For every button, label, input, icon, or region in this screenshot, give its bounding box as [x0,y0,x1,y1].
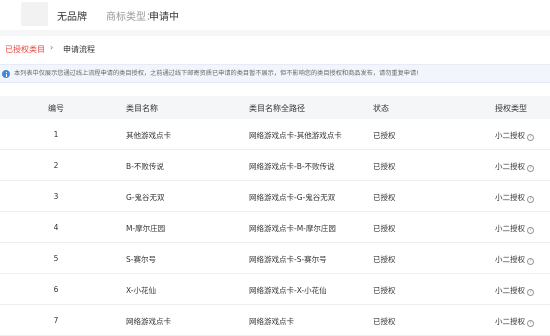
brand-logo [21,2,48,26]
cell-auth-type: 小二授权? [495,192,534,203]
cell-number: 2 [53,161,59,170]
auth-type-label: 小二授权 [495,255,525,264]
cell-category-name: S-赛尔号 [126,255,156,264]
table-row: 3 G-鬼谷无双 网络游戏点卡-G-鬼谷无双 已授权 小二授权? [0,181,550,212]
cell-number: 4 [53,223,59,232]
notice-banner: 本列表中仅展示您通过线上流程申请的类目授权，之前通过线下邮寄资质已申请的类目暂不… [0,64,550,83]
column-header-category-path: 类目名称全路径 [249,104,305,113]
brand-type-value: 申请中 [149,12,179,23]
question-circle-icon[interactable]: ? [527,289,534,296]
cell-number: 5 [53,254,59,263]
cell-auth-type: 小二授权? [495,254,534,265]
cell-number: 3 [53,192,59,201]
cell-category-name: B-不败传说 [126,162,164,171]
auth-type-label: 小二授权 [495,224,525,233]
cell-category-path: 网络游戏点卡-G-鬼谷无双 [249,193,336,202]
cell-status: 已授权 [373,193,396,202]
breadcrumb-authorized-categories-link[interactable]: 已授权类目 [5,44,45,55]
cell-category-path: 网络游戏点卡-X-小花仙 [249,286,327,295]
table-row: 6 X-小花仙 网络游戏点卡-X-小花仙 已授权 小二授权? [0,274,550,305]
cell-status: 已授权 [373,162,396,171]
breadcrumb-separator-icon: › [50,43,54,52]
question-circle-icon[interactable]: ? [527,134,534,141]
cell-category-name: 网络游戏点卡 [126,317,171,326]
auth-type-label: 小二授权 [495,317,525,326]
brand-name: 无品牌 [57,12,87,23]
table-row: 5 S-赛尔号 网络游戏点卡-S-赛尔号 已授权 小二授权? [0,243,550,274]
cell-category-path: 网络游戏点卡 [249,317,294,326]
info-icon [2,70,10,78]
cell-number: 7 [53,316,59,325]
cell-category-name: 其他游戏点卡 [126,131,171,140]
question-circle-icon[interactable]: ? [527,196,534,203]
auth-type-label: 小二授权 [495,193,525,202]
cell-status: 已授权 [373,131,396,140]
question-circle-icon[interactable]: ? [527,258,534,265]
question-circle-icon[interactable]: ? [527,320,534,327]
cell-category-path: 网络游戏点卡-S-赛尔号 [249,255,327,264]
cell-category-path: 网络游戏点卡-M-摩尔庄园 [249,224,336,233]
table-row: 4 M-摩尔庄园 网络游戏点卡-M-摩尔庄园 已授权 小二授权? [0,212,550,243]
question-circle-icon[interactable]: ? [527,165,534,172]
cell-category-path: 网络游戏点卡-其他游戏点卡 [249,131,342,140]
cell-category-name: G-鬼谷无双 [126,193,165,202]
cell-auth-type: 小二授权? [495,316,534,327]
breadcrumb-current: 申请流程 [63,45,95,54]
cell-category-name: M-摩尔庄园 [126,224,166,233]
notice-text: 本列表中仅展示您通过线上流程申请的类目授权，之前通过线下邮寄资质已申请的类目暂不… [14,70,419,77]
cell-status: 已授权 [373,255,396,264]
column-header-status: 状态 [373,104,389,113]
question-circle-icon[interactable]: ? [527,227,534,234]
cell-auth-type: 小二授权? [495,161,534,172]
cell-auth-type: 小二授权? [495,285,534,296]
column-header-number: 编号 [48,104,64,113]
column-header-auth-type: 授权类型 [495,104,527,113]
table-row: 2 B-不败传说 网络游戏点卡-B-不败传说 已授权 小二授权? [0,150,550,181]
cell-status: 已授权 [373,224,396,233]
cell-auth-type: 小二授权? [495,130,534,141]
table-row: 1 其他游戏点卡 网络游戏点卡-其他游戏点卡 已授权 小二授权? [0,119,550,150]
table-row: 7 网络游戏点卡 网络游戏点卡 已授权 小二授权? [0,305,550,336]
auth-type-label: 小二授权 [495,162,525,171]
auth-type-label: 小二授权 [495,131,525,140]
cell-category-path: 网络游戏点卡-B-不败传说 [249,162,335,171]
column-header-category-name: 类目名称 [126,104,158,113]
cell-category-name: X-小花仙 [126,286,156,295]
table-header: 编号 类目名称 类目名称全路径 状态 授权类型 [0,96,550,119]
app-header: 无品牌 商标类型： 申请中 [0,0,550,30]
cell-auth-type: 小二授权? [495,223,534,234]
breadcrumb: 已授权类目 › 申请流程 [0,36,550,63]
auth-type-label: 小二授权 [495,286,525,295]
cell-number: 1 [53,130,59,139]
cell-number: 6 [53,285,59,294]
cell-status: 已授权 [373,286,396,295]
cell-status: 已授权 [373,317,396,326]
